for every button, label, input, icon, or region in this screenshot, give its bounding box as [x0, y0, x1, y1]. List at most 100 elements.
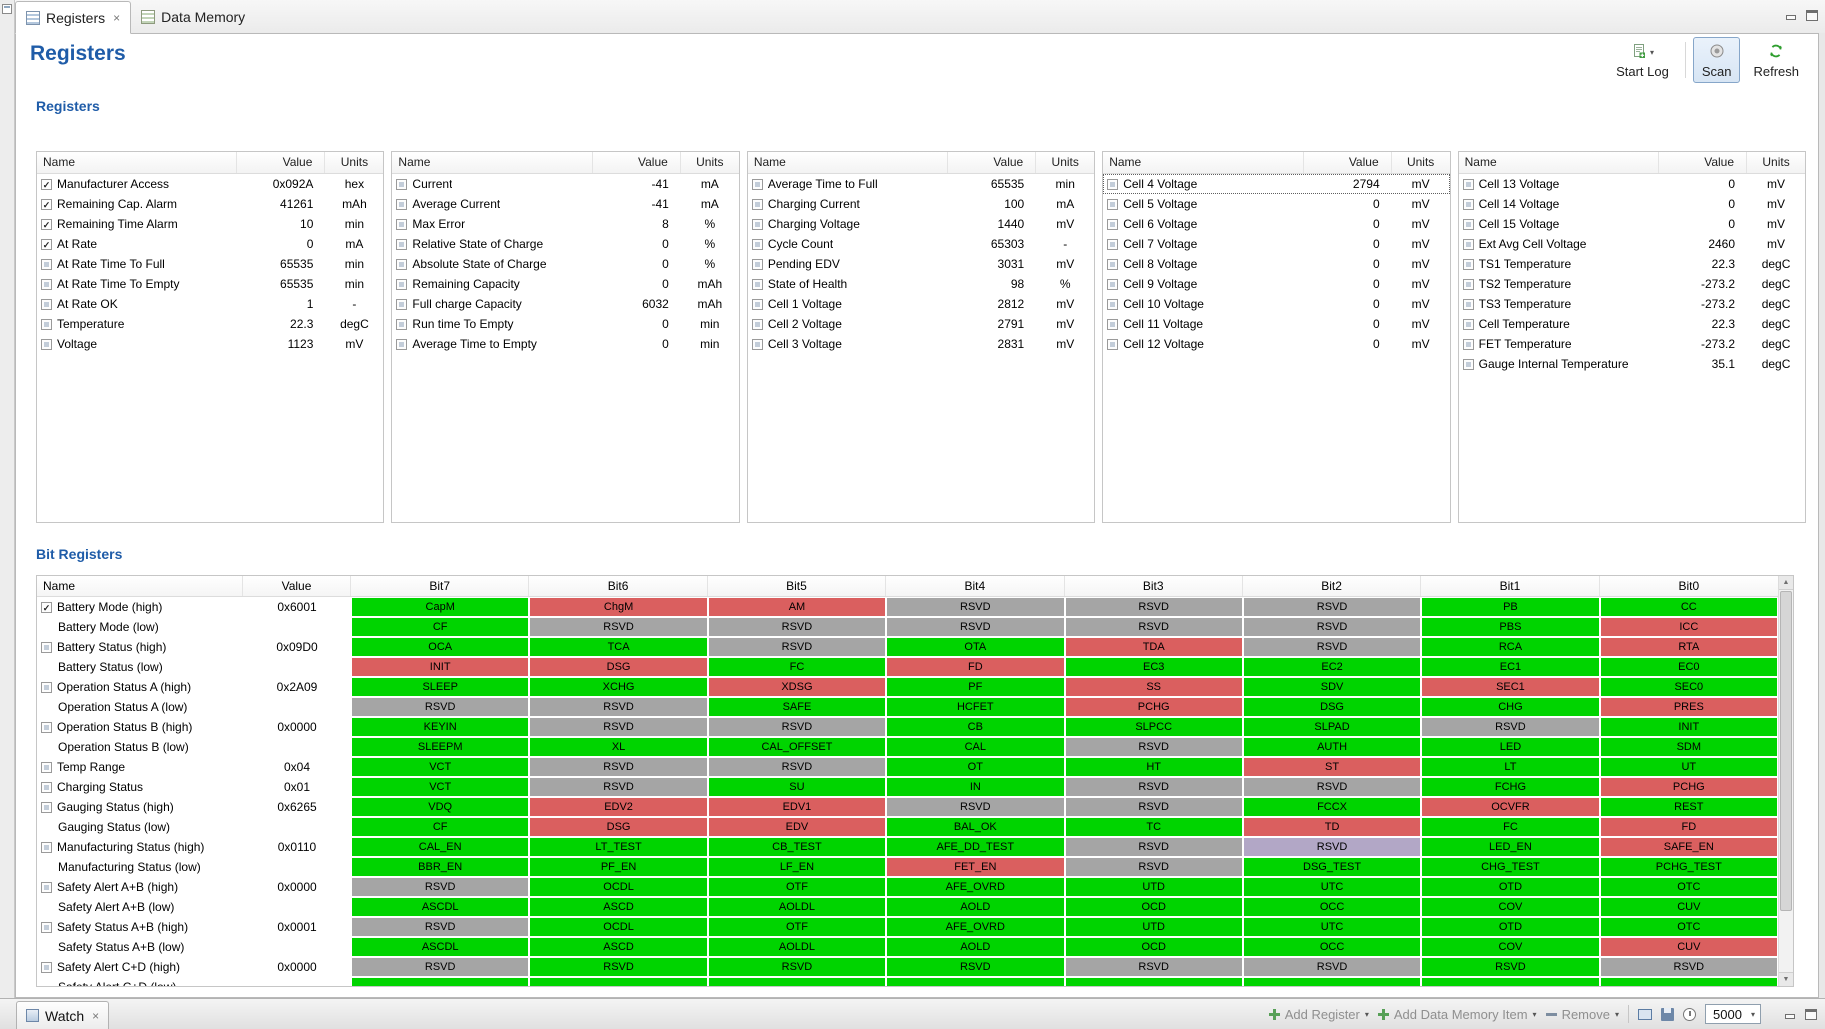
bit-flag[interactable]: RCA	[1422, 638, 1599, 656]
register-row[interactable]: At Rate OK 1 -	[37, 294, 383, 314]
add-register-button[interactable]: Add Register ▾	[1268, 1007, 1369, 1022]
bit-register-row[interactable]: Safety Alert C+D (low)	[37, 977, 1778, 986]
register-checkbox-icon[interactable]	[41, 641, 52, 653]
bit-flag[interactable]: RSVD	[708, 718, 886, 736]
column-header-name[interactable]: Name	[1459, 152, 1660, 173]
register-row[interactable]: Cell 6 Voltage 0 mV	[1103, 214, 1449, 234]
register-row[interactable]: ✓ Remaining Time Alarm 10 min	[37, 214, 383, 234]
bit-flag[interactable]: VCT	[352, 778, 529, 796]
bit-flag[interactable]: CAL	[887, 738, 1064, 756]
bit-flag[interactable]: RSVD	[1065, 598, 1242, 616]
register-row[interactable]: Ext Avg Cell Voltage 2460 mV	[1459, 234, 1805, 254]
column-header-units[interactable]: Units	[1747, 152, 1805, 173]
bit-flag[interactable]: OCA	[352, 638, 529, 656]
bit-flag[interactable]: ST	[1243, 758, 1421, 776]
register-checkbox-icon[interactable]	[41, 801, 52, 813]
scan-interval-select[interactable]: 5000 ▾	[1705, 1004, 1761, 1024]
bit-flag[interactable]: OT	[887, 758, 1064, 776]
register-row[interactable]: Cell 13 Voltage 0 mV	[1459, 174, 1805, 194]
bit-flag[interactable]: FD	[887, 658, 1064, 676]
add-data-memory-item-button[interactable]: Add Data Memory Item ▾	[1377, 1007, 1537, 1022]
bit-flag[interactable]: RSVD	[1065, 858, 1242, 876]
bit-flag[interactable]: FCHG	[1422, 778, 1599, 796]
bit-flag[interactable]: SLEEPM	[352, 738, 529, 756]
bit-flag[interactable]: UTC	[1243, 878, 1421, 896]
bit-flag[interactable]: FCCX	[1243, 798, 1421, 816]
bit-flag[interactable]: RSVD	[352, 958, 529, 976]
register-row[interactable]: Cell 3 Voltage 2831 mV	[748, 334, 1094, 354]
register-row[interactable]: Pending EDV 3031 mV	[748, 254, 1094, 274]
bit-flag[interactable]: RSVD	[1600, 958, 1777, 976]
bit-flag[interactable]: RSVD	[708, 758, 886, 776]
bit-flag[interactable]: DSG	[530, 658, 707, 676]
column-header-units[interactable]: Units	[681, 152, 739, 173]
bit-flag[interactable]: DSG	[1243, 698, 1421, 716]
bit-flag[interactable]: COV	[1422, 898, 1599, 916]
bit-register-row[interactable]: Safety Status A+B (high) 0x0001 RSVD OCDL OT…	[37, 917, 1778, 937]
register-row[interactable]: Average Time to Full 65535 min	[748, 174, 1094, 194]
register-checkbox-icon[interactable]	[41, 841, 52, 853]
bit-register-row[interactable]: Safety Alert A+B (low) ASCDL ASCD AOLDL AOLD…	[37, 897, 1778, 917]
bit-flag[interactable]: XCHG	[530, 678, 707, 696]
bit-flag[interactable]: CHG	[1422, 698, 1599, 716]
bit-flag[interactable]: OCD	[1065, 938, 1242, 956]
bit-flag[interactable]: AOLD	[887, 938, 1064, 956]
bit-flag[interactable]: INIT	[352, 658, 529, 676]
bit-column-header-bit3[interactable]: Bit3	[1065, 576, 1243, 596]
bit-column-header-name[interactable]: Name	[37, 576, 243, 596]
bit-flag[interactable]: EDV2	[530, 798, 707, 816]
bit-flag[interactable]: SEC1	[1422, 678, 1599, 696]
bit-flag[interactable]: RSVD	[887, 618, 1064, 636]
bit-flag[interactable]: RSVD	[1065, 958, 1242, 976]
add-data-memory-dropdown-icon[interactable]: ▾	[1533, 1010, 1537, 1019]
bit-column-header-bit1[interactable]: Bit1	[1421, 576, 1600, 596]
bit-flag[interactable]: IN	[887, 778, 1064, 796]
register-row[interactable]: Average Time to Empty 0 min	[392, 334, 738, 354]
bit-column-header-bit6[interactable]: Bit6	[529, 576, 708, 596]
bit-flag[interactable]: RSVD	[1243, 598, 1421, 616]
bit-flag[interactable]: XL	[530, 738, 707, 756]
bit-flag[interactable]: SLEEP	[352, 678, 529, 696]
bit-flag[interactable]: ASCD	[530, 898, 707, 916]
register-row[interactable]: Cell 14 Voltage 0 mV	[1459, 194, 1805, 214]
bit-flag[interactable]: HCFET	[887, 698, 1064, 716]
checked-checkbox-icon[interactable]: ✓	[41, 601, 52, 613]
bit-flag[interactable]: INIT	[1600, 718, 1777, 736]
bit-flag[interactable]: OCDL	[530, 878, 707, 896]
bit-flag[interactable]: OTF	[708, 918, 886, 936]
bit-flag[interactable]: RSVD	[708, 958, 886, 976]
bit-column-header-bit0[interactable]: Bit0	[1600, 576, 1778, 596]
bit-flag[interactable]: RSVD	[1243, 638, 1421, 656]
bit-register-row[interactable]: Operation Status B (high) 0x0000 KEYIN RSVD…	[37, 717, 1778, 737]
register-row[interactable]: Cycle Count 65303 -	[748, 234, 1094, 254]
bit-flag[interactable]: EC0	[1600, 658, 1777, 676]
bit-flag[interactable]: RSVD	[1243, 838, 1421, 856]
bit-flag[interactable]: RSVD	[708, 618, 886, 636]
maximize-icon[interactable]	[1806, 10, 1818, 21]
bit-flag[interactable]: ICC	[1600, 618, 1777, 636]
bit-flag[interactable]: SAFE_EN	[1600, 838, 1777, 856]
bit-flag[interactable]: COV	[1422, 938, 1599, 956]
bit-flag[interactable]: LF_EN	[708, 858, 886, 876]
remove-button[interactable]: Remove ▾	[1545, 1007, 1619, 1022]
bit-flag[interactable]: RSVD	[1422, 958, 1599, 976]
bit-register-row[interactable]: Operation Status B (low) SLEEPM XL CAL_OFFS…	[37, 737, 1778, 757]
bit-flag[interactable]: SLPCC	[1065, 718, 1242, 736]
bit-register-row[interactable]: Battery Status (high) 0x09D0 OCA TCA RSVD OTA…	[37, 637, 1778, 657]
bit-register-row[interactable]: Operation Status A (high) 0x2A09 SLEEP XCHG…	[37, 677, 1778, 697]
bit-flag[interactable]: RSVD	[352, 878, 529, 896]
bit-flag[interactable]	[530, 978, 707, 986]
bit-flag[interactable]: AFE_OVRD	[887, 918, 1064, 936]
bit-flag[interactable]: PRES	[1600, 698, 1777, 716]
register-row[interactable]: Temperature 22.3 degC	[37, 314, 383, 334]
bit-flag[interactable]: RSVD	[530, 958, 707, 976]
tab-registers[interactable]: Registers ×	[15, 1, 132, 34]
bit-register-row[interactable]: Operation Status A (low) RSVD RSVD SAFE HCFE…	[37, 697, 1778, 717]
bit-flag[interactable]: PCHG_TEST	[1600, 858, 1777, 876]
bit-flag[interactable]: CAL_OFFSET	[708, 738, 886, 756]
bit-flag[interactable]: UTD	[1065, 918, 1242, 936]
close-tab-icon[interactable]: ×	[113, 12, 120, 24]
bit-flag[interactable]: FD	[1600, 818, 1777, 836]
bit-flag[interactable]: DSG_TEST	[1243, 858, 1421, 876]
bit-register-row[interactable]: Temp Range 0x04 VCT RSVD RSVD OT HT ST LT UT	[37, 757, 1778, 777]
